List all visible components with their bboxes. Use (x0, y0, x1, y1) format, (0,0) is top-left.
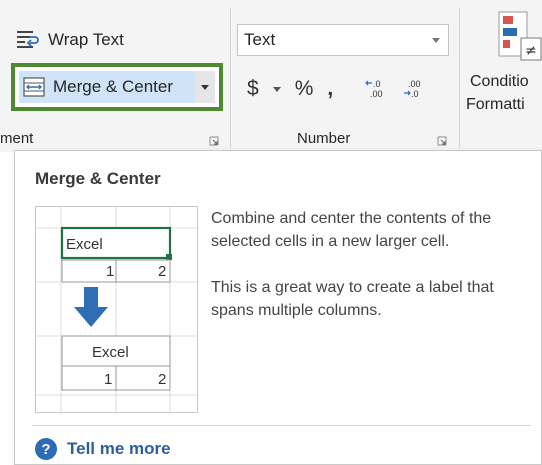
merge-center-dropdown-button[interactable] (195, 71, 215, 103)
merge-center-tooltip: Merge & Center Excel 1 2 Excel 1 2 Combi… (14, 150, 542, 465)
currency-button[interactable]: $ (247, 77, 259, 101)
tooltip-title: Merge & Center (35, 169, 161, 188)
after-label: Excel (92, 344, 129, 361)
ribbon: Wrap Text Merge & Center ment Text $ % ,… (0, 0, 542, 152)
number-group-label: Number (297, 130, 351, 147)
svg-text:.0: .0 (411, 89, 419, 99)
after-cell-1: 1 (104, 371, 112, 388)
conditional-formatting-label-2[interactable]: Formatti (466, 96, 525, 114)
number-format-value: Text (244, 30, 276, 49)
dialog-launcher-icon[interactable] (209, 136, 219, 146)
svg-text:≠: ≠ (525, 43, 537, 59)
fill-handle (166, 254, 172, 260)
svg-text:.00: .00 (370, 89, 383, 99)
merge-center-icon (23, 77, 45, 97)
help-icon: ? (35, 438, 57, 460)
svg-text:.0: .0 (373, 79, 381, 89)
number-tools: $ % , .0 .00 .00 .0 (247, 73, 439, 105)
dialog-launcher-icon[interactable] (437, 136, 447, 146)
wrap-text-icon (17, 31, 39, 48)
description-paragraph-2: This is a great way to create a label th… (211, 279, 494, 319)
merge-illustration-graphic: Excel 1 2 Excel 1 2 (36, 207, 199, 414)
currency-dropdown-icon[interactable] (272, 86, 281, 92)
percent-button[interactable]: % (295, 77, 314, 101)
before-cell-2: 2 (158, 263, 166, 280)
tooltip-description: Combine and center the contents of the s… (211, 207, 533, 322)
number-format-select[interactable]: Text (237, 24, 449, 56)
merge-center-highlight: Merge & Center (11, 63, 223, 111)
tell-me-more-link[interactable]: ? Tell me more (35, 438, 171, 460)
svg-text:.00: .00 (408, 79, 421, 89)
before-cell-1: 1 (106, 263, 114, 280)
group-divider (459, 8, 460, 148)
after-cell-2: 2 (158, 371, 166, 388)
merge-illustration: Excel 1 2 Excel 1 2 (35, 206, 199, 414)
description-paragraph-1: Combine and center the contents of the s… (211, 210, 492, 250)
merge-center-label: Merge & Center (53, 77, 173, 96)
merge-center-button[interactable]: Merge & Center (19, 71, 197, 103)
increase-decimal-icon[interactable]: .0 .00 (363, 76, 389, 102)
comma-style-button[interactable]: , (327, 77, 333, 101)
group-divider (230, 8, 231, 148)
tell-me-more-label: Tell me more (67, 439, 171, 458)
conditional-formatting-icon[interactable]: ≠ (497, 8, 542, 68)
conditional-formatting-label-1[interactable]: Conditio (470, 73, 529, 91)
arrow-down-icon (74, 287, 108, 327)
alignment-group-label: ment (0, 130, 34, 147)
tooltip-divider (33, 425, 531, 426)
chevron-down-icon (201, 84, 209, 90)
decrease-decimal-icon[interactable]: .00 .0 (401, 76, 427, 102)
before-label: Excel (66, 236, 103, 253)
wrap-text-button[interactable]: Wrap Text (16, 26, 124, 54)
sheet-edge (0, 152, 14, 465)
chevron-down-icon (432, 38, 440, 43)
wrap-text-label: Wrap Text (48, 30, 124, 49)
